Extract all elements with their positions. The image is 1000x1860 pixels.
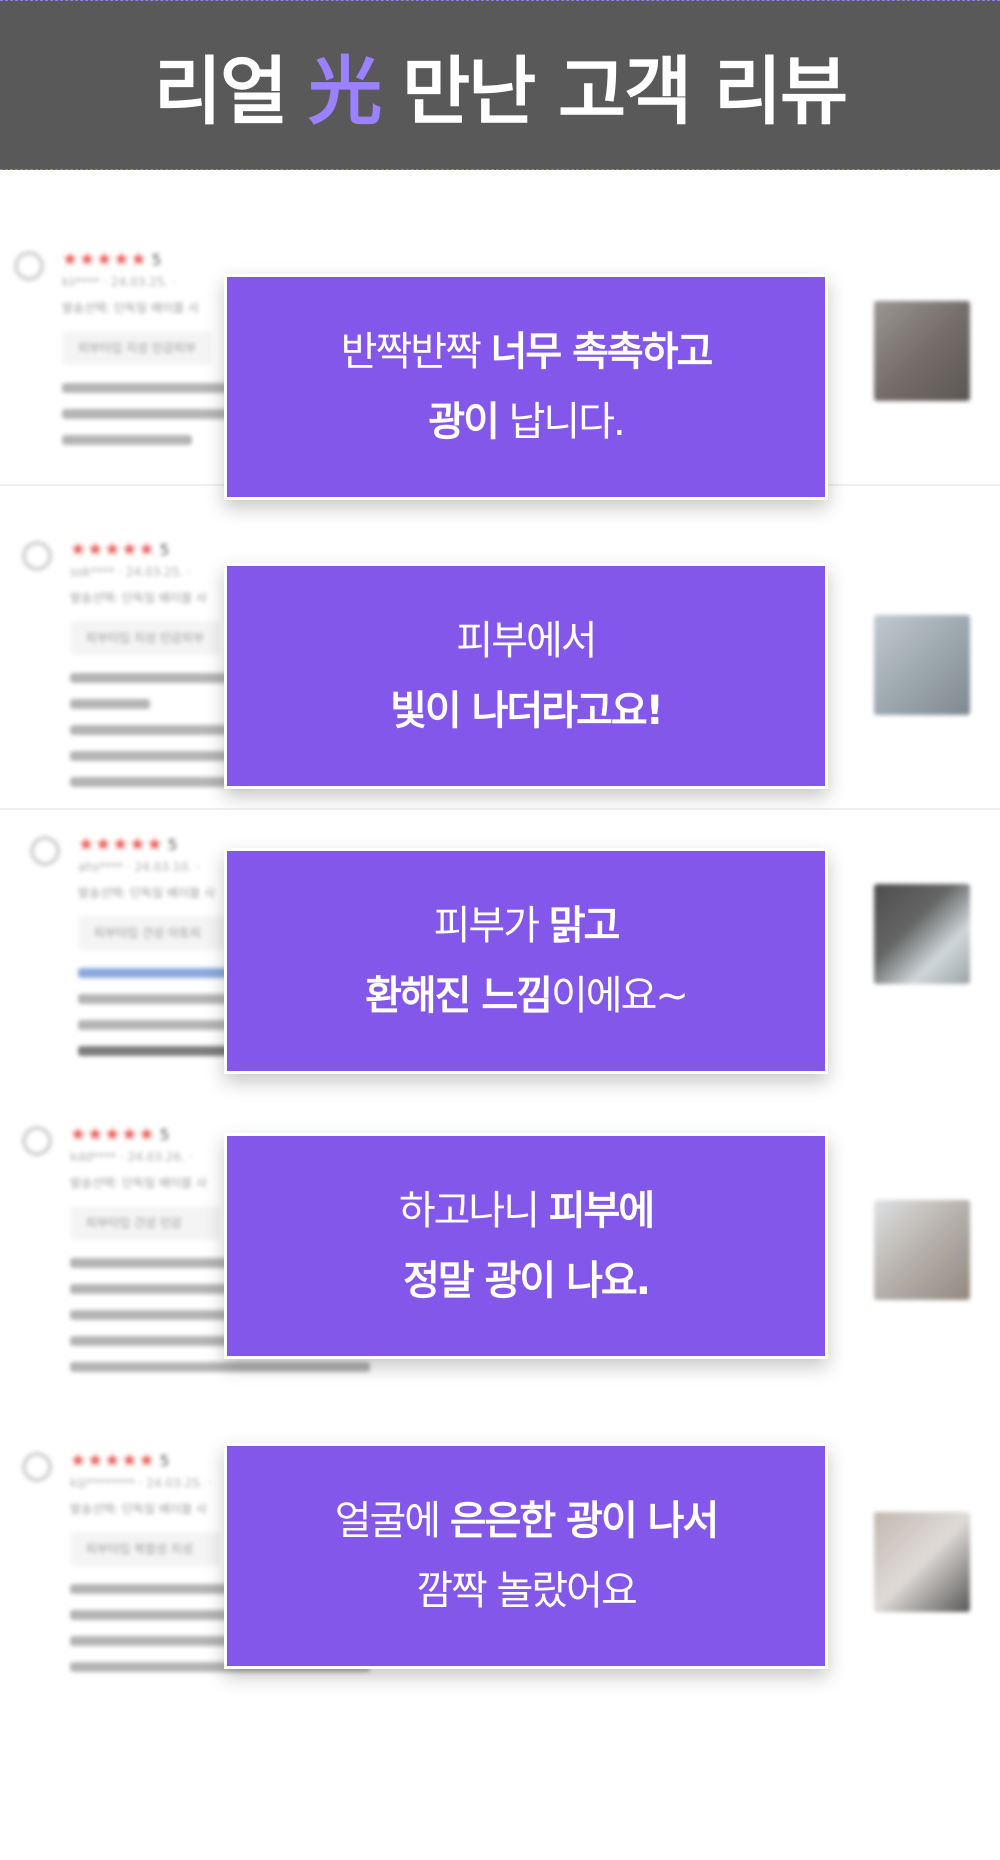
quote-line-1: 피부에서 [456, 618, 597, 664]
review-tag: 피부타입 지성 민감피부 [62, 331, 212, 365]
rating-stars: ★★★★★ 5 [78, 834, 179, 855]
quote-line-2: 정말 광이 나요. [403, 1258, 651, 1304]
review-meta: kiji******** · 24.03.25. · [70, 1476, 212, 1490]
quote-card-3: 피부가 맑고 환해진 느낌이에요~ [224, 848, 828, 1074]
quote-line-1: 얼굴에 은은한 광이 나서 [334, 1498, 720, 1544]
quote-card-2: 피부에서 빛이 나더라고요! [224, 563, 828, 789]
avatar-icon [14, 251, 44, 281]
review-tag: 피부타입 건성 아토피 [78, 916, 228, 950]
review-option: 발송선택: 단독일 배이블 사 [70, 591, 207, 605]
rating-stars: ★★★★★ 5 [70, 539, 171, 560]
rating-stars: ★★★★★ 5 [62, 249, 163, 270]
page-title: 리얼 光 만난 고객 리뷰 [153, 32, 848, 139]
review-meta: ahs**** · 24.03.10. · [78, 860, 200, 874]
review-option: 발송선택: 단독일 배이블 사 [70, 1502, 207, 1516]
avatar-icon [30, 836, 60, 866]
quote-line-1: 피부가 맑고 [433, 903, 621, 949]
review-tag: 피부타입 건성 민감 [70, 1206, 220, 1240]
review-photo[interactable] [874, 1200, 970, 1300]
review-photo[interactable] [874, 615, 970, 715]
review-photo[interactable] [874, 301, 970, 401]
quote-line-2: 빛이 나더라고요! [390, 688, 664, 734]
review-photo[interactable] [874, 1512, 970, 1612]
quote-line-1: 반짝반짝 너무 촉촉하고 [340, 329, 714, 375]
review-meta: sok**** · 24.03.25. · [70, 565, 191, 579]
avatar-icon [22, 541, 52, 571]
quote-card-4: 하고나니 피부에 정말 광이 나요. [224, 1133, 828, 1359]
review-tag: 피부타입 지성 민감피부 [70, 621, 220, 655]
page-header: 리얼 光 만난 고객 리뷰 [0, 0, 1000, 170]
review-page: 리얼 光 만난 고객 리뷰 ★★★★★ 5 kii**** · 24.03.25.… [0, 0, 1000, 1860]
divider [0, 808, 1000, 810]
quote-card-1: 반짝반짝 너무 촉촉하고 광이 납니다. [224, 274, 828, 500]
quote-line-2: 광이 납니다. [428, 399, 625, 445]
review-option: 발송선택: 단독일 배이블 사 [78, 886, 215, 900]
review-option: 발송선택: 단독일 배이블 사 [62, 301, 199, 315]
review-meta: kdd**** · 24.03.26. · [70, 1150, 193, 1164]
rating-stars: ★★★★★ 5 [70, 1450, 171, 1471]
quote-card-5: 얼굴에 은은한 광이 나서 깜짝 놀랐어요 [224, 1443, 828, 1669]
quote-line-2: 환해진 느낌이에요~ [365, 973, 689, 1019]
avatar-icon [22, 1452, 52, 1482]
review-photo[interactable] [874, 884, 970, 984]
title-accent: 光 [308, 48, 382, 135]
review-option: 발송선택: 단독일 배이블 사 [70, 1176, 207, 1190]
title-part-1: 리얼 [153, 48, 288, 135]
quote-line-1: 하고나니 피부에 [398, 1188, 655, 1234]
review-meta: kii**** · 24.03.25. · [62, 275, 176, 289]
review-tag: 피부타입 복합성 지성 [70, 1532, 220, 1566]
title-part-2: 만난 고객 리뷰 [402, 48, 848, 135]
rating-stars: ★★★★★ 5 [70, 1124, 171, 1145]
quote-line-2: 깜짝 놀랐어요 [416, 1568, 638, 1614]
avatar-icon [22, 1126, 52, 1156]
